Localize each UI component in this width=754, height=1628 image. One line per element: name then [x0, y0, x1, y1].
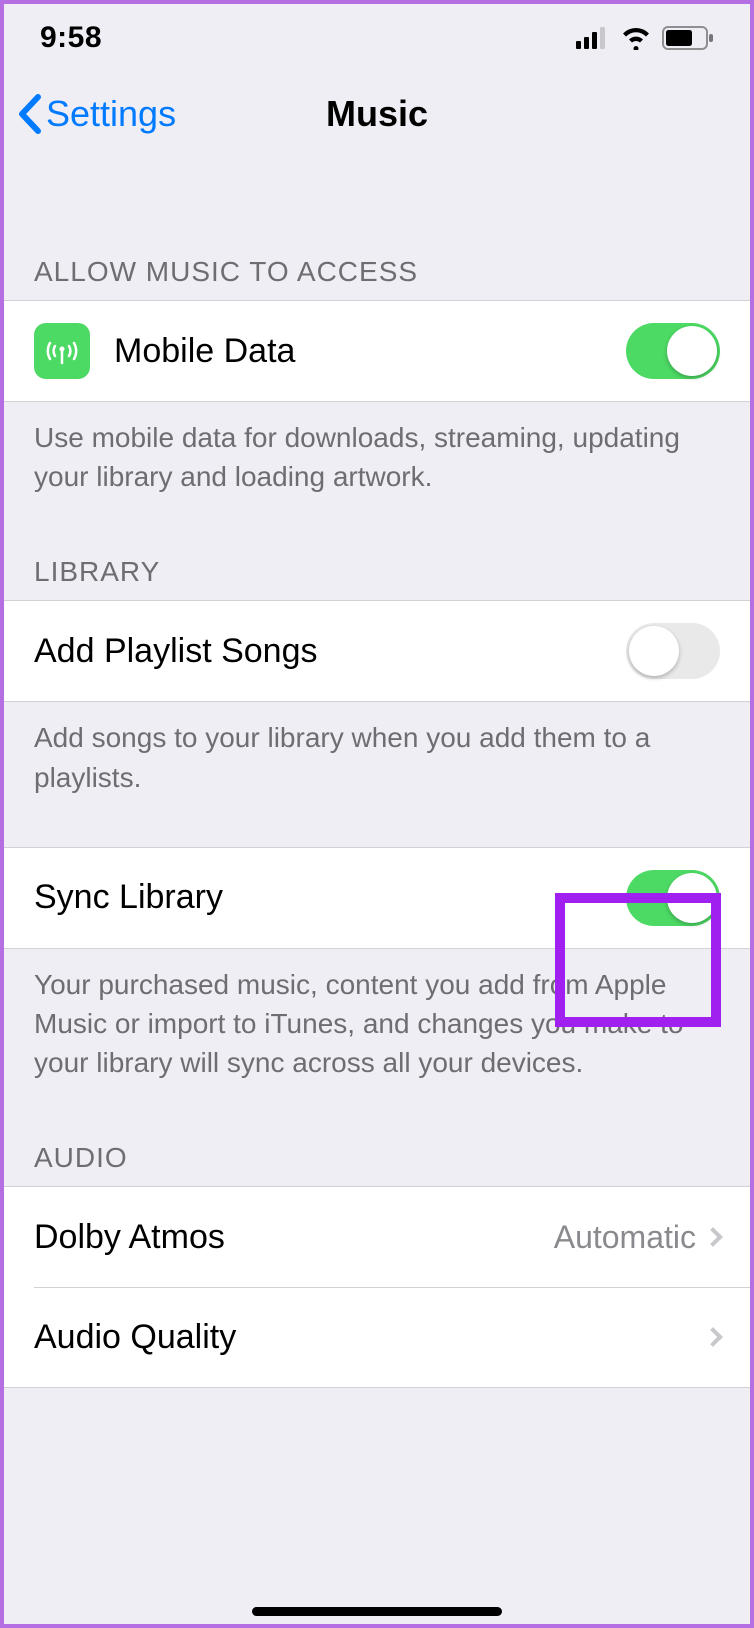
dolby-label: Dolby Atmos [34, 1218, 554, 1257]
wifi-icon [620, 26, 652, 50]
chevron-right-icon [703, 1327, 723, 1347]
section-footer-access: Use mobile data for downloads, streaming… [4, 402, 750, 496]
section-header-library: Library [4, 496, 750, 600]
chevron-left-icon [16, 94, 42, 134]
sync-library-toggle[interactable] [626, 870, 720, 926]
back-label: Settings [46, 93, 176, 135]
section-footer-sync: Your purchased music, content you add fr… [4, 949, 750, 1083]
row-group-add-playlist: Add Playlist Songs [4, 600, 750, 702]
audio-quality-label: Audio Quality [34, 1318, 706, 1357]
row-sync-library[interactable]: Sync Library [4, 848, 750, 948]
home-indicator [252, 1607, 502, 1616]
status-bar: 9:58 [4, 4, 750, 64]
nav-header: Settings Music [4, 64, 750, 164]
add-playlist-toggle[interactable] [626, 623, 720, 679]
dolby-value: Automatic [554, 1219, 696, 1256]
row-add-playlist-songs[interactable]: Add Playlist Songs [4, 601, 750, 701]
page-title: Music [326, 93, 428, 135]
row-group-sync: Sync Library [4, 847, 750, 949]
mobile-data-icon [34, 323, 90, 379]
cellular-icon [576, 27, 610, 49]
status-time: 9:58 [40, 21, 102, 55]
row-mobile-data[interactable]: Mobile Data [4, 301, 750, 401]
mobile-data-label: Mobile Data [114, 332, 626, 371]
battery-icon [662, 26, 714, 50]
add-playlist-label: Add Playlist Songs [34, 632, 626, 671]
row-dolby-atmos[interactable]: Dolby Atmos Automatic [4, 1187, 750, 1287]
mobile-data-toggle[interactable] [626, 323, 720, 379]
section-header-access: Allow Music to Access [4, 164, 750, 300]
status-icons [576, 26, 714, 50]
back-button[interactable]: Settings [16, 93, 176, 135]
section-footer-add-playlist: Add songs to your library when you add t… [4, 702, 750, 796]
section-header-audio: Audio [4, 1082, 750, 1186]
chevron-right-icon [703, 1227, 723, 1247]
row-group-audio: Dolby Atmos Automatic Audio Quality [4, 1186, 750, 1388]
row-audio-quality[interactable]: Audio Quality [4, 1287, 750, 1387]
row-group-access: Mobile Data [4, 300, 750, 402]
sync-library-label: Sync Library [34, 878, 626, 917]
